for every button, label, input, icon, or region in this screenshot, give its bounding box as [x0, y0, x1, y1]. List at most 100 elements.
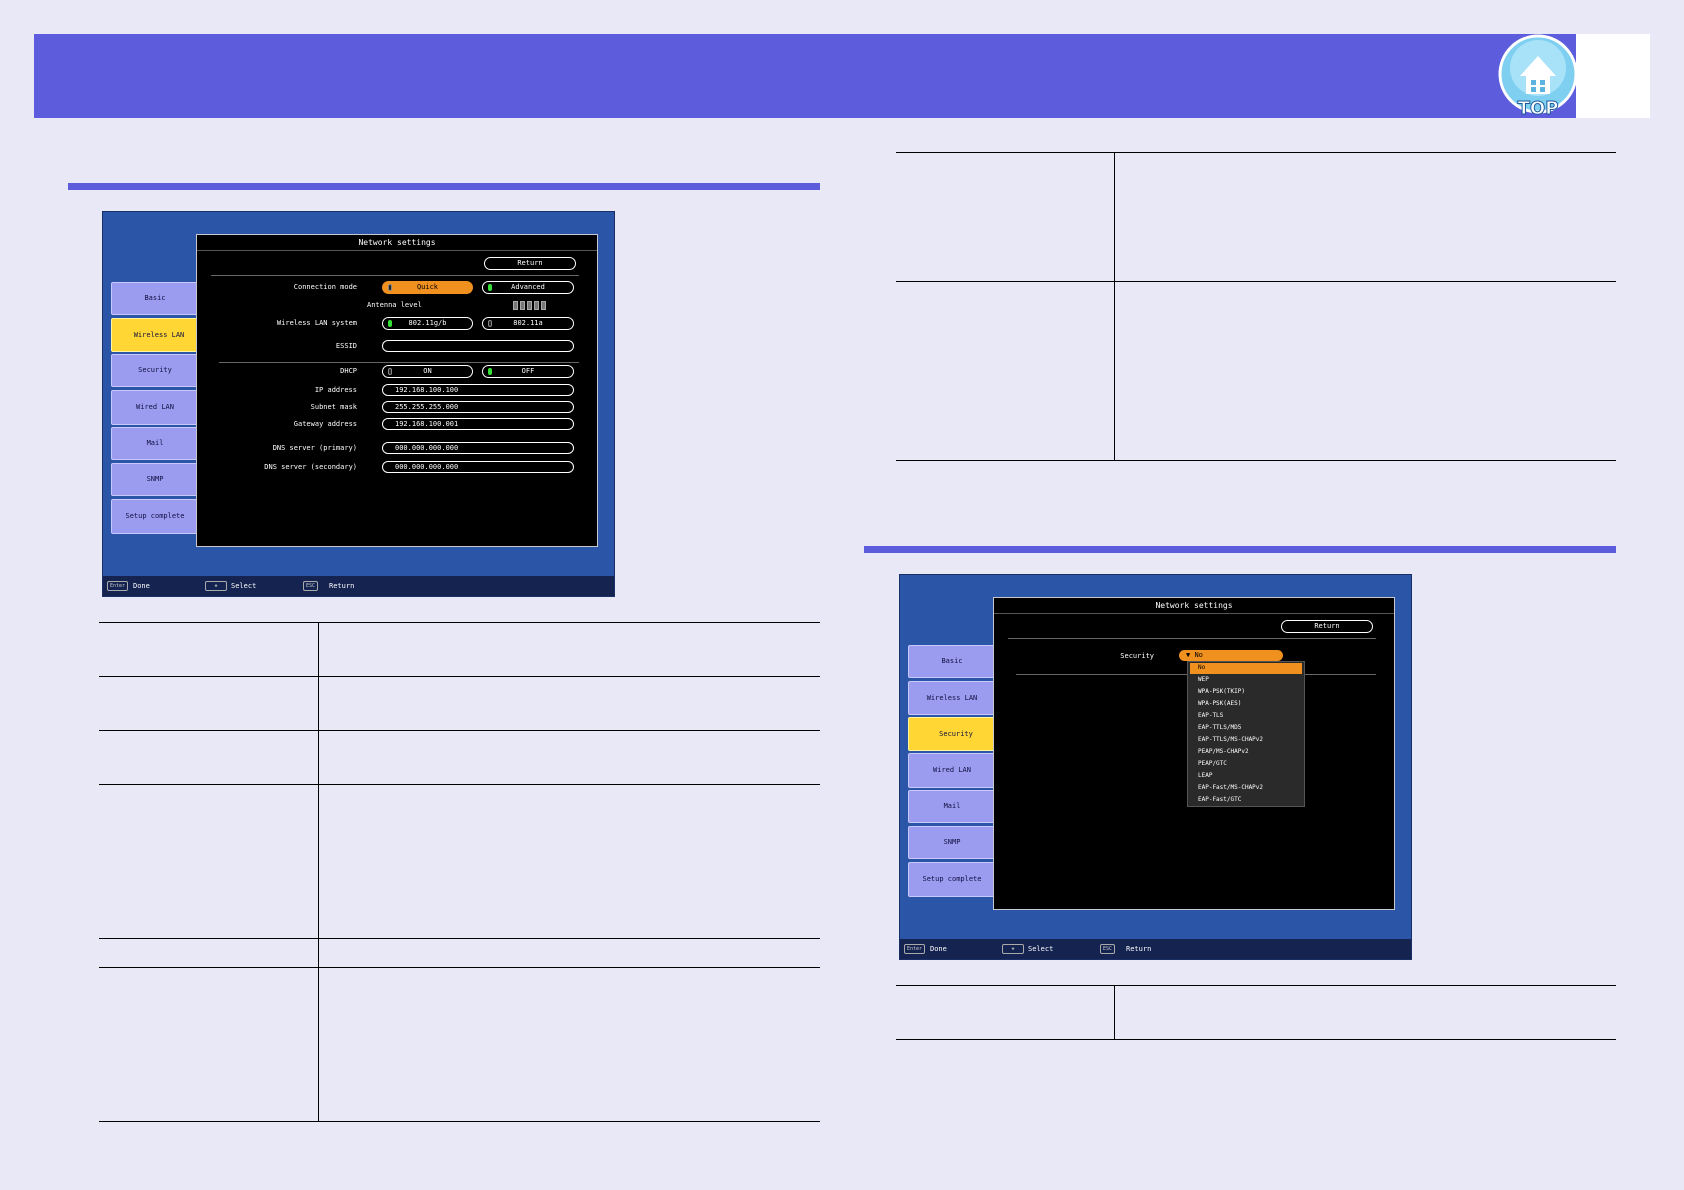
- dropdown-option[interactable]: WPA-PSK(TKIP): [1198, 688, 1245, 695]
- subnet-mask-field[interactable]: 255.255.255.000: [382, 401, 574, 413]
- divider: [211, 275, 579, 276]
- radio-dot: [388, 284, 392, 291]
- essid-field[interactable]: [382, 340, 574, 352]
- dropdown-option[interactable]: EAP-TTLS/MD5: [1198, 724, 1241, 731]
- antenna-level-label: Antenna level: [367, 301, 422, 309]
- tab-wireless-lan[interactable]: Wireless LAN: [908, 681, 996, 715]
- security-selected-value: No: [1194, 651, 1203, 659]
- footer-select-label: Select: [231, 582, 257, 590]
- dns-primary-field[interactable]: 000.000.000.000: [382, 442, 574, 454]
- footer-done-label: Done: [930, 945, 947, 953]
- wlan-system-80211a[interactable]: 802.11a: [482, 317, 574, 330]
- section-divider-right: [864, 546, 1616, 553]
- tab-mail[interactable]: Mail: [908, 790, 996, 823]
- radio-dot: [388, 368, 392, 375]
- option-label: Quick: [416, 283, 439, 291]
- wireless-lan-system-label: Wireless LAN system: [276, 319, 357, 327]
- top-label: TOP: [1518, 98, 1559, 118]
- gateway-address-field[interactable]: 192.168.100.001: [382, 418, 574, 430]
- radio-dot: [488, 368, 492, 375]
- connection-mode-label: Connection mode: [293, 283, 357, 291]
- footer-return-label: Return: [1126, 945, 1152, 953]
- dropdown-option[interactable]: PEAP/GTC: [1198, 760, 1227, 767]
- tab-setup-complete[interactable]: Setup complete: [111, 499, 199, 534]
- security-select[interactable]: ▼ No: [1179, 650, 1283, 661]
- dns-primary-label: DNS server (primary): [272, 444, 357, 452]
- security-label: Security: [1120, 652, 1154, 660]
- return-button[interactable]: Return: [1281, 620, 1373, 633]
- tab-wired-lan[interactable]: Wired LAN: [908, 753, 996, 788]
- section-divider-left: [68, 183, 820, 190]
- ip-address-field[interactable]: 192.168.100.100: [382, 384, 574, 396]
- divider: [1008, 638, 1376, 639]
- connection-mode-quick[interactable]: Quick: [382, 281, 473, 294]
- tab-snmp[interactable]: SNMP: [908, 826, 996, 859]
- tab-security[interactable]: Security: [908, 717, 1004, 751]
- home-icon: TOP: [1498, 34, 1578, 120]
- dropdown-option[interactable]: No: [1198, 664, 1205, 671]
- tab-mail[interactable]: Mail: [111, 427, 199, 460]
- enter-key-icon: Enter: [904, 944, 926, 954]
- radio-dot: [388, 320, 392, 327]
- dropdown-option[interactable]: PEAP/MS-CHAPv2: [1198, 748, 1249, 755]
- antenna-bar: [513, 301, 518, 310]
- dropdown-option[interactable]: EAP-TLS: [1198, 712, 1223, 719]
- screen-footer: Enter Done ✥ Select ESC Return: [900, 939, 1411, 959]
- header-bar: [34, 34, 1650, 118]
- option-label: OFF: [521, 367, 535, 375]
- dropdown-option[interactable]: WEP: [1198, 676, 1209, 683]
- dropdown-option[interactable]: WPA-PSK(AES): [1198, 700, 1241, 707]
- return-button[interactable]: Return: [484, 257, 576, 270]
- esc-key-icon: ESC: [303, 581, 319, 591]
- dhcp-on[interactable]: ON: [382, 365, 473, 378]
- tab-basic[interactable]: Basic: [111, 282, 199, 315]
- network-settings-screen-security: Basic Wireless LAN Security Wired LAN Ma…: [899, 574, 1412, 960]
- antenna-bar: [534, 301, 539, 310]
- footer-done-label: Done: [133, 582, 150, 590]
- connection-mode-advanced[interactable]: Advanced: [482, 281, 574, 294]
- ip-address-label: IP address: [314, 386, 357, 394]
- essid-label: ESSID: [335, 342, 357, 350]
- select-arrows-icon: ✥: [1002, 944, 1024, 954]
- antenna-bar: [520, 301, 525, 310]
- tab-basic[interactable]: Basic: [908, 645, 996, 678]
- security-dropdown: No WEP WPA-PSK(TKIP) WPA-PSK(AES) EAP-TL…: [1187, 661, 1305, 807]
- option-label: 802.11g/b: [408, 319, 447, 327]
- footer-return-label: Return: [329, 582, 355, 590]
- select-arrows-icon: ✥: [205, 581, 227, 591]
- header-corner: [1576, 34, 1650, 118]
- chevron-down-icon: ▼: [1186, 651, 1191, 659]
- screen-footer: Enter Done ✥ Select ESC Return: [103, 576, 614, 596]
- dhcp-label: DHCP: [340, 367, 357, 375]
- tab-setup-complete[interactable]: Setup complete: [908, 862, 996, 897]
- settings-panel: Network settings Return Connection mode …: [196, 234, 598, 547]
- dropdown-option[interactable]: EAP-Fast/MS-CHAPv2: [1198, 784, 1263, 791]
- wlan-system-80211gb[interactable]: 802.11g/b: [382, 317, 473, 330]
- dns-secondary-label: DNS server (secondary): [264, 463, 357, 471]
- panel-title: Network settings: [197, 235, 597, 251]
- radio-dot: [488, 320, 492, 327]
- option-label: 802.11a: [513, 319, 543, 327]
- esc-key-icon: ESC: [1100, 944, 1116, 954]
- dropdown-highlight: [1190, 663, 1302, 674]
- tab-wired-lan[interactable]: Wired LAN: [111, 390, 199, 425]
- tab-snmp[interactable]: SNMP: [111, 463, 199, 496]
- settings-panel: Network settings Return Security ▼ No No…: [993, 597, 1395, 910]
- panel-title: Network settings: [994, 598, 1394, 614]
- dhcp-off[interactable]: OFF: [482, 365, 574, 378]
- antenna-bar: [541, 301, 546, 310]
- network-settings-screen-wireless: Basic Wireless LAN Security Wired LAN Ma…: [102, 211, 615, 597]
- tab-security[interactable]: Security: [111, 354, 199, 387]
- footer-select-label: Select: [1028, 945, 1054, 953]
- tab-wireless-lan[interactable]: Wireless LAN: [111, 318, 207, 352]
- option-label: Advanced: [511, 283, 545, 291]
- dropdown-option[interactable]: LEAP: [1198, 772, 1212, 779]
- radio-dot: [488, 284, 492, 291]
- subnet-mask-label: Subnet mask: [310, 403, 357, 411]
- option-label: ON: [423, 367, 432, 375]
- top-button[interactable]: TOP: [1498, 34, 1578, 120]
- antenna-bar: [527, 301, 532, 310]
- dns-secondary-field[interactable]: 000.000.000.000: [382, 461, 574, 473]
- dropdown-option[interactable]: EAP-TTLS/MS-CHAPv2: [1198, 736, 1263, 743]
- dropdown-option[interactable]: EAP-Fast/GTC: [1198, 796, 1241, 803]
